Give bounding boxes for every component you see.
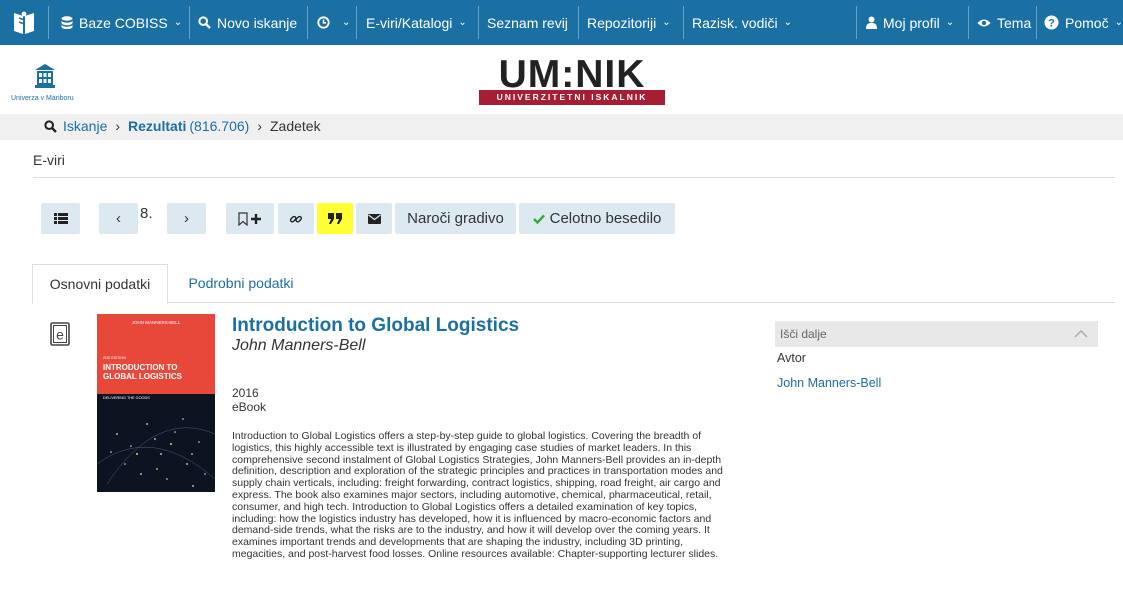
- breadcrumb-chevron-icon: ›: [115, 118, 121, 134]
- record-type: eBook: [232, 400, 267, 414]
- nav-e-viri-katalogi[interactable]: E-viri/Katalogi ⌄: [366, 0, 467, 45]
- add-bookmark-button[interactable]: [226, 203, 274, 234]
- chevron-down-icon: ⌄: [458, 17, 467, 28]
- divider: [33, 177, 1115, 178]
- nav-label: Seznam revij: [487, 14, 568, 31]
- record-year: 2016: [232, 386, 259, 400]
- chevron-down-icon: ⌄: [1114, 17, 1123, 28]
- record-position: 8.: [140, 205, 153, 222]
- cobiss-logo[interactable]: [0, 0, 48, 45]
- panel-heading: Išči dalje: [780, 327, 827, 341]
- cover-edition: 2ND EDITION: [103, 356, 126, 360]
- nav-repozitoriji[interactable]: Repozitoriji ⌄: [587, 0, 671, 45]
- breadcrumb-search-link[interactable]: Iskanje: [63, 118, 107, 134]
- envelope-icon: [367, 213, 381, 224]
- chevron-left-icon: ‹: [116, 210, 121, 227]
- book-cover-image[interactable]: JOHN MANNERS-BELL 2ND EDITION INTRODUCTI…: [97, 314, 215, 492]
- chevron-right-icon: ›: [184, 210, 189, 227]
- nav-tema[interactable]: Tema: [977, 0, 1031, 45]
- book-logo-icon: [14, 11, 34, 34]
- record-description: Introduction to Global Logistics offers …: [232, 430, 723, 560]
- user-icon: [866, 16, 877, 29]
- breadcrumb: Iskanje › Rezultati (816.706) › Zadetek: [0, 114, 1123, 140]
- result-list-button[interactable]: [41, 203, 80, 234]
- eye-icon: [977, 18, 991, 28]
- university-caption: Univerza v Mariboru: [11, 95, 74, 102]
- cover-title-line-2: GLOBAL LOGISTICS: [103, 371, 182, 381]
- list-icon: [53, 213, 68, 224]
- search-further-panel-header[interactable]: Išči dalje: [775, 321, 1098, 347]
- tabs-divider: [33, 302, 1115, 303]
- breadcrumb-current: Zadetek: [269, 118, 321, 134]
- order-material-label: Naroči gradivo: [407, 210, 504, 227]
- search-icon: [44, 119, 57, 133]
- order-material-button[interactable]: Naroči gradivo: [395, 203, 516, 234]
- tab-osnovni-podatki[interactable]: Osnovni podatki: [32, 264, 168, 304]
- breadcrumb-chevron-icon: ›: [257, 118, 262, 134]
- results-count: (816.706): [189, 118, 250, 134]
- ebook-type-icon: e: [50, 322, 70, 346]
- nav-label: Tema: [997, 14, 1032, 31]
- cover-subtitle: DELIVERING THE GOODS: [103, 396, 150, 400]
- tab-podrobni-podatki[interactable]: Podrobni podatki: [172, 264, 310, 302]
- chevron-down-icon: ⌄: [662, 17, 671, 28]
- full-text-button[interactable]: Celotno besedilo: [519, 203, 675, 234]
- chevron-down-icon: ⌄: [783, 17, 792, 28]
- cite-button[interactable]: [317, 203, 353, 234]
- chevron-down-icon: ⌄: [342, 17, 351, 28]
- nav-label: E-viri/Katalogi: [366, 14, 453, 31]
- breadcrumb-results-link[interactable]: Rezultati: [128, 118, 186, 134]
- nav-label: Novo iskanje: [217, 14, 298, 31]
- record-author: John Manners-Bell: [232, 337, 366, 354]
- full-text-label: Celotno besedilo: [549, 210, 662, 227]
- svg-text:?: ?: [1048, 18, 1055, 30]
- tab-label: Podrobni podatki: [188, 275, 294, 291]
- chevron-down-icon: ⌄: [945, 17, 955, 28]
- chevron-up-icon: [1074, 327, 1088, 341]
- database-icon: [61, 16, 73, 29]
- link-icon: [289, 212, 303, 226]
- nav-seznam-revij[interactable]: Seznam revij: [487, 0, 568, 45]
- cover-author: JOHN MANNERS-BELL: [131, 320, 181, 325]
- email-button[interactable]: [356, 203, 392, 234]
- bookmark-plus-icon: [238, 211, 262, 226]
- nav-label: Pomoč: [1065, 14, 1109, 31]
- section-title: E-viri: [33, 152, 65, 168]
- brand-title: UM:NIK: [498, 53, 646, 96]
- nav-pomoc[interactable]: ? Pomoč ⌄: [1044, 0, 1123, 45]
- nav-label: Repozitoriji: [587, 14, 657, 31]
- previous-record-button[interactable]: ‹: [99, 203, 138, 234]
- nav-moj-profil[interactable]: Moj profil ⌄: [866, 0, 954, 45]
- next-record-button[interactable]: ›: [167, 203, 206, 234]
- checkmark-icon: [532, 214, 545, 224]
- author-search-link[interactable]: John Manners-Bell: [777, 376, 881, 390]
- nav-label: Baze COBISS: [79, 14, 168, 31]
- record-title[interactable]: Introduction to Global Logistics: [232, 315, 519, 337]
- university-building-icon: [35, 64, 55, 88]
- author-label: Avtor: [777, 351, 806, 365]
- nav-history[interactable]: ⌄: [317, 0, 350, 45]
- help-icon: ?: [1044, 15, 1059, 30]
- tab-label: Osnovni podatki: [49, 276, 151, 292]
- brand-subtitle: UNIVERZITETNI ISKALNIK: [479, 90, 665, 105]
- nav-baze-cobiss[interactable]: Baze COBISS ⌄: [61, 0, 182, 45]
- permalink-button[interactable]: [278, 203, 314, 234]
- clock-icon: [317, 16, 330, 29]
- top-navigation-bar: Baze COBISS ⌄ Novo iskanje ⌄ E-viri/Kata…: [0, 0, 1123, 45]
- nav-raziskovalni-vodici[interactable]: Razisk. vodiči ⌄: [692, 0, 792, 45]
- quote-icon: [328, 213, 342, 224]
- nav-label: Razisk. vodiči: [692, 14, 778, 31]
- nav-label: Moj profil: [883, 14, 940, 31]
- svg-text:e: e: [56, 327, 64, 343]
- chevron-down-icon: ⌄: [173, 17, 183, 28]
- umnik-brand-logo[interactable]: UM:NIK UNIVERZITETNI ISKALNIK: [479, 53, 665, 106]
- search-icon: [198, 16, 211, 29]
- nav-novo-iskanje[interactable]: Novo iskanje: [198, 0, 297, 45]
